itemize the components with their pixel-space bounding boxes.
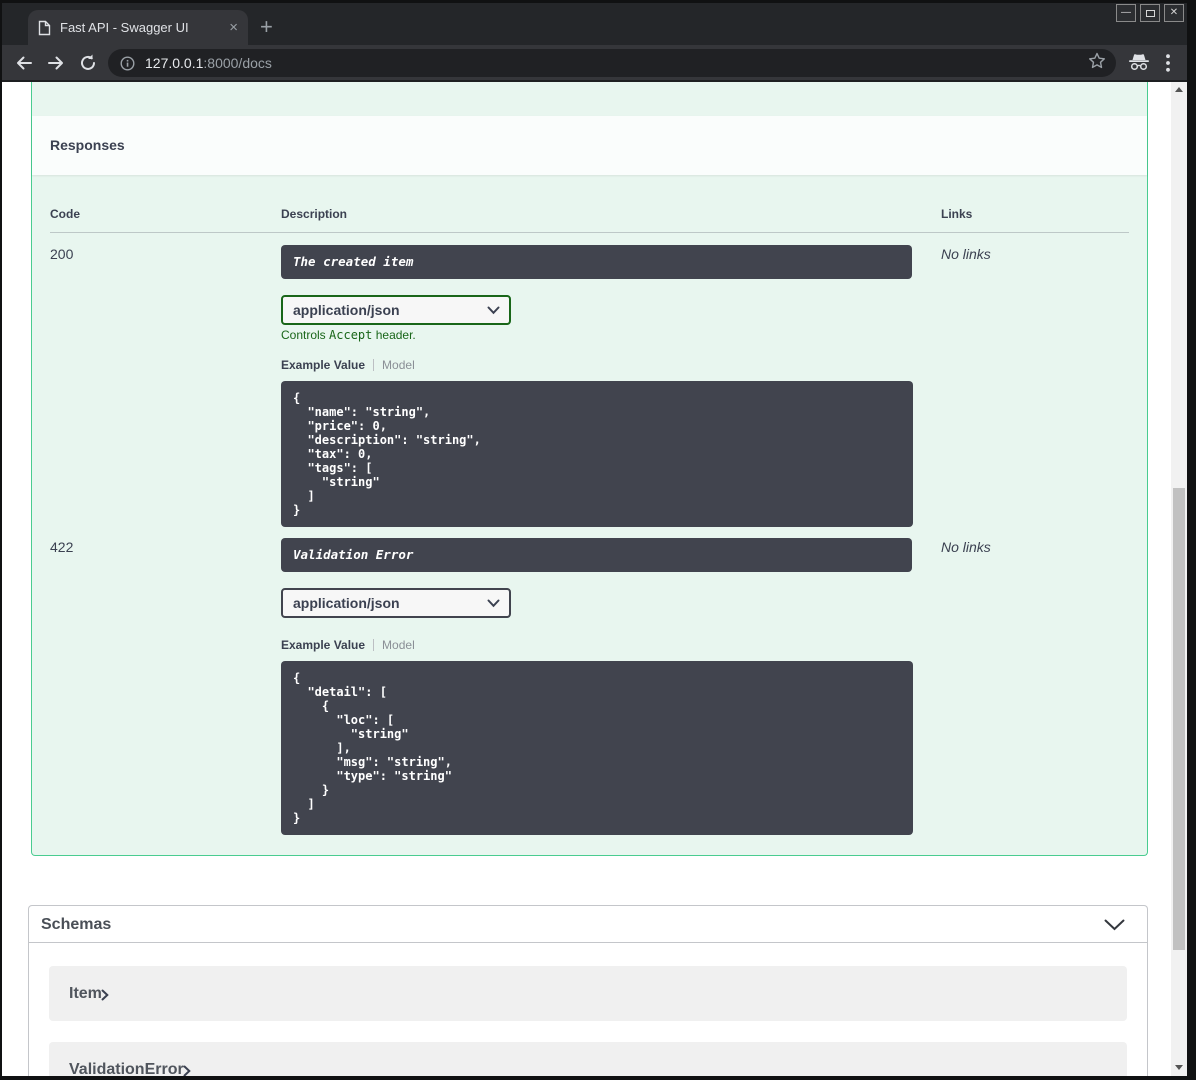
response-422-description: Validation Error: [281, 538, 912, 572]
example-json-200-code: { "name": "string", "price": 0, "descrip…: [293, 391, 481, 517]
accept-header-note: Controls Accept header.: [281, 328, 416, 342]
window-close-button[interactable]: ✕: [1164, 4, 1184, 22]
responses-title: Responses: [50, 137, 125, 153]
schema-card-item[interactable]: Item: [49, 966, 1127, 1021]
window-border-bottom: [0, 1076, 1196, 1080]
schemas-section: Schemas Item ValidationError: [28, 905, 1148, 1080]
responses-section-header: Responses: [32, 116, 1147, 175]
media-type-select-200[interactable]: application/json: [281, 295, 511, 325]
column-header-links: Links: [941, 207, 973, 221]
media-type-value: application/json: [293, 595, 400, 611]
browser-tab[interactable]: Fast API - Swagger UI ×: [28, 10, 248, 45]
page-scrollbar[interactable]: [1171, 82, 1187, 1076]
tab-model[interactable]: Model: [382, 638, 415, 652]
example-json-200: { "name": "string", "price": 0, "descrip…: [281, 381, 913, 527]
tab-model[interactable]: Model: [382, 358, 415, 372]
tab-divider: [373, 359, 375, 371]
column-header-description: Description: [281, 207, 348, 221]
window-maximize-button[interactable]: [1140, 4, 1160, 22]
example-model-tabs-422: Example Value Model: [281, 638, 415, 652]
site-info-icon[interactable]: [120, 56, 135, 71]
schema-name: ValidationError: [69, 1061, 184, 1078]
page-favicon-icon: [38, 20, 51, 35]
example-json-422-code: { "detail": [ { "loc": [ "string" ], "ms…: [293, 671, 452, 825]
tab-example-value[interactable]: Example Value: [281, 358, 365, 372]
chevron-right-icon: [101, 989, 109, 1001]
schemas-header[interactable]: Schemas: [29, 906, 1147, 943]
response-code-200: 200: [50, 246, 74, 262]
url-path: :8000/docs: [203, 55, 272, 71]
window-minimize-button[interactable]: —: [1116, 4, 1136, 22]
window-border-top: [0, 0, 1196, 3]
window-border-right: [1187, 0, 1196, 1080]
new-tab-button[interactable]: +: [260, 14, 273, 40]
schema-card-validationerror[interactable]: ValidationError: [49, 1042, 1127, 1080]
browser-titlebar: Fast API - Swagger UI × + — ✕: [0, 0, 1196, 45]
scroll-up-arrow-icon[interactable]: [1175, 87, 1183, 92]
incognito-icon: [1129, 54, 1149, 71]
schema-name: Item: [69, 985, 102, 1002]
column-header-code: Code: [50, 207, 80, 221]
address-bar[interactable]: 127.0.0.1:8000/docs: [108, 49, 1116, 77]
reload-icon[interactable]: [78, 53, 98, 73]
schemas-title: Schemas: [41, 916, 112, 933]
scrollbar-thumb[interactable]: [1173, 488, 1185, 950]
url-host: 127.0.0.1: [145, 55, 204, 71]
forward-icon[interactable]: [46, 53, 66, 73]
response-200-description: The created item: [281, 245, 912, 279]
response-200-links: No links: [941, 246, 991, 262]
maximize-icon: [1145, 10, 1155, 17]
tab-close-icon[interactable]: ×: [229, 20, 238, 35]
table-header-divider: [50, 232, 1129, 233]
example-json-422: { "detail": [ { "loc": [ "string" ], "ms…: [281, 661, 913, 835]
back-icon[interactable]: [14, 53, 34, 73]
bookmark-star-icon[interactable]: [1088, 52, 1106, 70]
tab-divider: [373, 639, 375, 651]
response-code-422: 422: [50, 539, 74, 555]
browser-toolbar: 127.0.0.1:8000/docs: [0, 45, 1196, 82]
browser-menu-icon[interactable]: [1166, 54, 1170, 72]
media-type-value: application/json: [293, 302, 400, 318]
example-model-tabs-200: Example Value Model: [281, 358, 415, 372]
response-422-links: No links: [941, 539, 991, 555]
chevron-down-icon: [487, 599, 500, 608]
swagger-page: Responses Code Description Links 200 The…: [0, 82, 1196, 1080]
media-type-select-422[interactable]: application/json: [281, 588, 511, 618]
window-border-left: [0, 0, 2, 1080]
chevron-down-icon: [487, 306, 500, 315]
post-operation-block: Responses Code Description Links 200 The…: [31, 82, 1148, 856]
scroll-down-arrow-icon[interactable]: [1175, 1065, 1183, 1070]
chevron-down-icon[interactable]: [1104, 919, 1125, 931]
tab-example-value[interactable]: Example Value: [281, 638, 365, 652]
tab-title: Fast API - Swagger UI: [60, 20, 189, 35]
